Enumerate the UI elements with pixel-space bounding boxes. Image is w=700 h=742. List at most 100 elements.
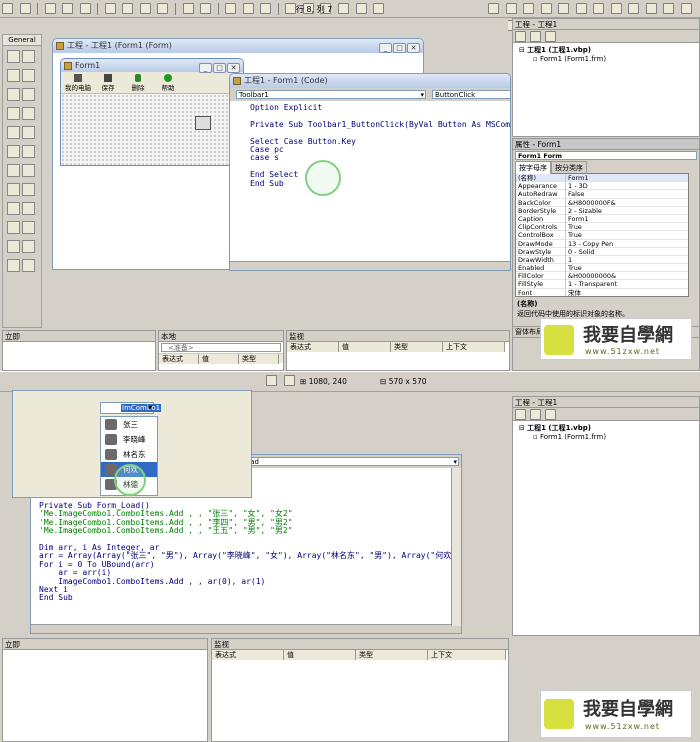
toolbar-button-save[interactable]: 保存 xyxy=(93,72,123,93)
property-row[interactable]: BackColor &H8000000F& xyxy=(516,198,688,207)
combo-item[interactable]: 李晓峰 xyxy=(101,432,157,447)
project-explorer-icon[interactable] xyxy=(285,3,297,14)
view-code-icon[interactable] xyxy=(515,409,526,420)
drivelist-tool-icon[interactable] xyxy=(22,164,35,177)
label-tool-icon[interactable] xyxy=(7,69,20,82)
column-value[interactable]: 值 xyxy=(339,342,391,352)
form1-titlebar[interactable]: Form1 _ □ ✕ xyxy=(61,59,243,73)
close-icon[interactable]: ✕ xyxy=(407,43,420,53)
dirlist-tool-icon[interactable] xyxy=(7,183,20,196)
add-form-icon[interactable] xyxy=(19,3,31,14)
column-value[interactable]: 值 xyxy=(284,650,356,660)
toolbar-tool-icon[interactable] xyxy=(7,259,20,272)
property-row[interactable]: BorderStyle 2 - Sizable xyxy=(516,206,688,215)
procedure-combo[interactable]: load▾ xyxy=(241,457,459,466)
data-tool-icon[interactable] xyxy=(22,221,35,234)
paste-icon[interactable] xyxy=(139,3,151,14)
property-row[interactable]: DrawStyle 0 - Solid xyxy=(516,247,688,256)
column-type[interactable]: 类型 xyxy=(239,354,279,364)
maximize-icon[interactable]: □ xyxy=(393,43,406,53)
combo-item[interactable]: 张三 xyxy=(101,417,157,432)
view-code-icon[interactable] xyxy=(515,31,526,42)
picturebox-tool-icon[interactable] xyxy=(22,50,35,63)
prev-bookmark-icon[interactable] xyxy=(663,3,675,14)
outdent-icon[interactable] xyxy=(558,3,570,14)
comment-icon[interactable] xyxy=(593,3,605,14)
toolbar-button-delete[interactable]: 删除 xyxy=(123,72,153,93)
imagelist-control-icon[interactable] xyxy=(195,116,211,130)
toolbox-icon[interactable] xyxy=(283,375,295,386)
column-expression[interactable]: 表达式 xyxy=(159,354,199,364)
breakpoint-icon[interactable] xyxy=(575,3,587,14)
undo-icon[interactable] xyxy=(182,3,194,14)
toggle-folders-icon[interactable] xyxy=(545,409,556,420)
column-expression[interactable]: 表达式 xyxy=(287,342,339,352)
run-icon[interactable] xyxy=(225,3,237,14)
size-icon[interactable] xyxy=(523,3,535,14)
toggle-folders-icon[interactable] xyxy=(545,31,556,42)
property-row[interactable]: Caption Form1 xyxy=(516,214,688,224)
property-row[interactable]: AutoRedraw False xyxy=(516,190,688,199)
object-browser-icon[interactable] xyxy=(266,375,277,386)
code-window[interactable]: 工程1 - Form1 (Code) Toolbar1 ▾ ButtonClick… xyxy=(229,73,511,271)
property-row[interactable]: ControlBox True xyxy=(516,231,688,240)
next-bookmark-icon[interactable] xyxy=(645,3,657,14)
procedure-combo[interactable]: ButtonClick xyxy=(432,90,510,99)
project-tree-child[interactable]: ▫ Form1 (Form1.frm) xyxy=(519,433,699,442)
property-row[interactable]: DrawMode 13 - Copy Pen xyxy=(516,239,688,248)
copy-icon[interactable] xyxy=(122,3,134,14)
object-browser-icon[interactable] xyxy=(338,3,350,14)
project-tree-root[interactable]: ⊟ 工程1 (工程1.vbp) xyxy=(519,46,699,55)
property-row[interactable]: FillStyle 1 - Transparent xyxy=(516,280,688,289)
property-row[interactable]: FillColor &H00000000& xyxy=(516,272,688,281)
property-row[interactable]: ClipControls True xyxy=(516,223,688,232)
checkbox-tool-icon[interactable] xyxy=(7,107,20,120)
find-icon[interactable] xyxy=(157,3,169,14)
code-horizontal-scrollbar[interactable] xyxy=(230,261,510,270)
property-row[interactable]: Enabled True xyxy=(516,264,688,273)
ole-tool-icon[interactable] xyxy=(7,240,20,253)
cut-icon[interactable] xyxy=(104,3,116,14)
stop-icon[interactable] xyxy=(260,3,272,14)
imagecombo-tool-icon[interactable] xyxy=(22,259,35,272)
property-row[interactable]: Font 宋体 xyxy=(516,288,688,296)
column-context[interactable]: 上下文 xyxy=(443,342,505,352)
hscroll-tool-icon[interactable] xyxy=(7,145,20,158)
object-combo[interactable]: Toolbar1 ▾ xyxy=(236,90,426,99)
column-type[interactable]: 类型 xyxy=(356,650,428,660)
vscroll-tool-icon[interactable] xyxy=(22,145,35,158)
chevron-down-icon[interactable]: ▾ xyxy=(148,403,152,412)
tab-categorized[interactable]: 按分类序 xyxy=(551,161,587,174)
immediate-window[interactable]: 立即 xyxy=(2,330,156,371)
open-icon[interactable] xyxy=(62,3,74,14)
align-icon[interactable] xyxy=(488,3,499,14)
immediate-window[interactable]: 立即 xyxy=(2,638,208,742)
code-editor[interactable]: Option Explicit Private Sub Toolbar1_Butt… xyxy=(230,101,510,261)
maximize-icon[interactable]: □ xyxy=(213,63,226,73)
project-tree-child[interactable]: ▫ Form1 (Form1.frm) xyxy=(519,55,699,64)
bookmark-icon[interactable] xyxy=(628,3,640,14)
property-grid[interactable]: (名称) Form1 Appearance 1 - 3D AutoRedraw False… xyxy=(515,173,689,297)
indent-icon[interactable] xyxy=(540,3,552,14)
add-project-icon[interactable] xyxy=(2,3,13,14)
toolbox-icon[interactable] xyxy=(355,3,367,14)
project-tree-root[interactable]: ⊟ 工程1 (工程1.vbp) xyxy=(519,424,699,433)
data-view-icon[interactable] xyxy=(373,3,385,14)
clear-bookmarks-icon[interactable] xyxy=(681,3,693,14)
form1-design-surface[interactable] xyxy=(61,94,243,165)
column-expression[interactable]: 表达式 xyxy=(212,650,284,660)
imagelist-tool-icon[interactable] xyxy=(22,240,35,253)
code-window-titlebar[interactable]: 工程1 - Form1 (Code) xyxy=(230,74,510,88)
combo-item[interactable]: 林名东 xyxy=(101,447,157,462)
shape-tool-icon[interactable] xyxy=(7,202,20,215)
code-vertical-scrollbar[interactable] xyxy=(451,468,461,626)
toolbox-tab[interactable]: General xyxy=(3,35,41,46)
timer-tool-icon[interactable] xyxy=(7,164,20,177)
object-selector[interactable]: Form1 Form xyxy=(515,151,697,160)
pause-icon[interactable] xyxy=(242,3,254,14)
form1-window[interactable]: Form1 _ □ ✕ 我的电脑 保存 删除 帮助 xyxy=(60,58,244,166)
combobox-tool-icon[interactable] xyxy=(7,126,20,139)
property-row[interactable]: Appearance 1 - 3D xyxy=(516,182,688,191)
view-object-icon[interactable] xyxy=(530,31,541,42)
minimize-icon[interactable]: _ xyxy=(379,43,392,53)
